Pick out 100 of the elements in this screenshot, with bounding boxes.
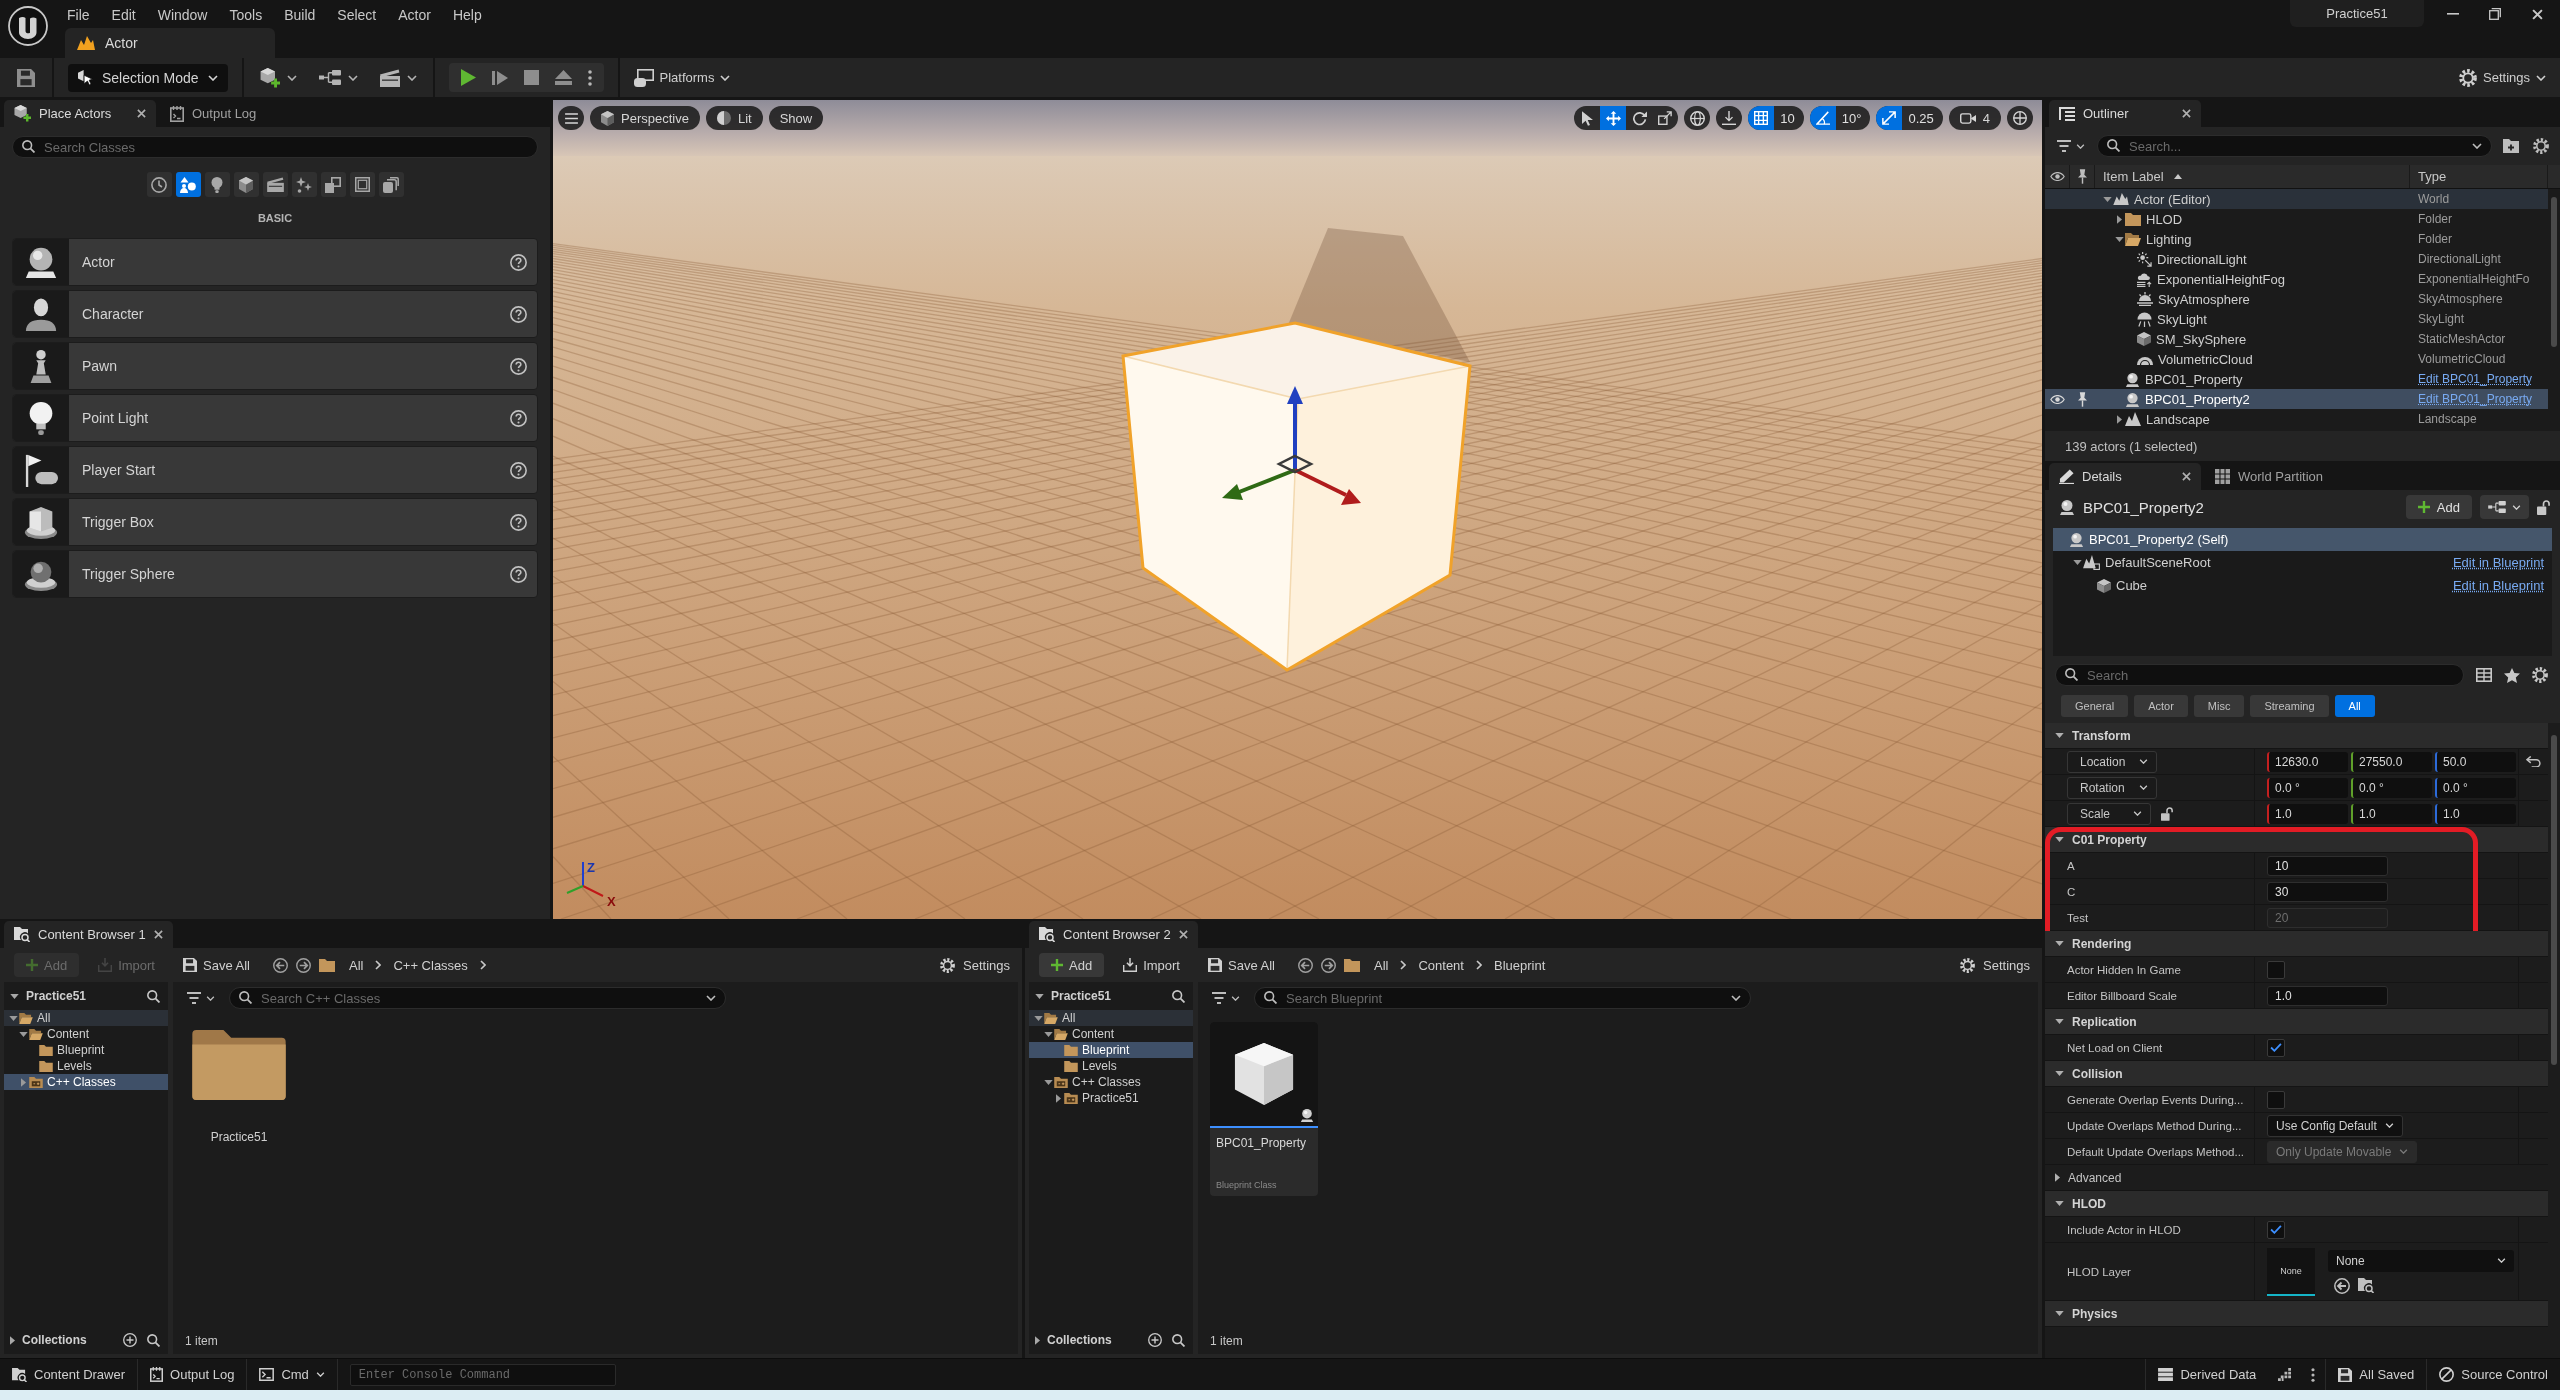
grid-icon[interactable] [1748, 106, 1775, 130]
expanded-arrow-icon[interactable] [2055, 1019, 2064, 1024]
search-field[interactable]: Search Blueprint [1254, 987, 1751, 1009]
search-field[interactable]: Search C++ Classes [229, 987, 726, 1009]
category-tab[interactable] [175, 172, 201, 197]
breadcrumb-link[interactable]: All [1369, 954, 1393, 976]
search-icon[interactable] [147, 1333, 160, 1347]
help-icon[interactable] [510, 305, 527, 323]
caret-icon[interactable] [2472, 143, 2482, 149]
expanded-arrow-icon[interactable] [1035, 993, 1044, 999]
folder-icon[interactable] [192, 1030, 286, 1100]
component-row[interactable]: BPC01_Property2 (Self) [2053, 528, 2552, 551]
help-icon[interactable] [510, 513, 527, 531]
expanded-arrow-icon[interactable] [2055, 837, 2064, 842]
expanded-arrow-icon[interactable] [2055, 1201, 2064, 1206]
number-field[interactable]: 30 [2267, 881, 2388, 902]
collapsed-arrow-icon[interactable] [1035, 1335, 1040, 1345]
sources-header[interactable]: Practice51 [10, 985, 87, 1007]
collapsed-arrow-icon[interactable] [1055, 1093, 1061, 1103]
filter-tab[interactable]: All [2334, 695, 2375, 717]
level-tab[interactable]: Actor [65, 28, 275, 58]
folder-row[interactable]: All [1029, 1010, 1193, 1026]
eject-icon[interactable] [554, 70, 572, 85]
edit-link[interactable]: Edit BPC01_Property [2410, 392, 2533, 406]
search-field[interactable]: Search Classes [12, 136, 538, 158]
add-icon[interactable] [1148, 1333, 1162, 1347]
filter-tab[interactable]: Actor [2134, 695, 2188, 717]
panel-tab[interactable]: Content Browser 1 [4, 921, 173, 948]
expanded-arrow-icon[interactable] [2055, 1071, 2064, 1076]
more-icon[interactable] [587, 69, 592, 86]
menu-item[interactable]: Select [326, 3, 388, 26]
section-header[interactable]: Rendering [2045, 931, 2548, 957]
console-input[interactable]: Enter Console Command [349, 1363, 616, 1386]
settings-icon[interactable] [2533, 138, 2549, 154]
add-button[interactable]: Add [1039, 953, 1105, 977]
menu-item[interactable]: Edit [100, 3, 147, 26]
actor-class-item[interactable]: Trigger Sphere [12, 550, 538, 598]
section-header[interactable]: HLOD [2045, 1191, 2548, 1217]
filter-tab[interactable]: General [2061, 695, 2129, 717]
section-header[interactable]: Transform [2045, 723, 2548, 749]
expanded-arrow-icon[interactable] [2072, 560, 2082, 565]
collapsed-arrow-icon[interactable] [2116, 414, 2122, 424]
star-icon[interactable] [2504, 667, 2520, 683]
expanded-arrow-icon[interactable] [10, 993, 19, 999]
checkbox[interactable] [2267, 1220, 2285, 1239]
outliner-row[interactable]: BPC01_Property2 Edit BPC01_Property [2045, 389, 2548, 409]
engine-logo-icon[interactable] [8, 6, 48, 46]
open-padlock-icon[interactable] [2537, 499, 2550, 515]
menu-item[interactable]: Build [273, 3, 327, 26]
category-tab[interactable] [378, 172, 404, 197]
save-icon[interactable] [17, 68, 35, 87]
help-icon[interactable] [510, 409, 527, 427]
menu-item[interactable]: Actor [387, 3, 442, 26]
close-icon[interactable] [2182, 109, 2191, 118]
help-icon[interactable] [510, 565, 527, 583]
expanded-arrow-icon[interactable] [2055, 1311, 2064, 1316]
transform-dropdown[interactable]: Scale [2067, 802, 2151, 825]
asset-tile[interactable]: BPC01_Property Blueprint Class [1210, 1022, 1318, 1196]
actor-class-item[interactable]: Point Light [12, 394, 538, 442]
section-header[interactable]: Physics [2045, 1301, 2548, 1327]
dot-grid-icon[interactable] [2278, 1368, 2292, 1381]
selection-mode-dropdown[interactable]: Selection Mode [68, 63, 228, 92]
transform-dropdown[interactable]: Rotation [2067, 776, 2157, 799]
collapsed-arrow-icon[interactable] [10, 1335, 15, 1345]
caret-icon[interactable] [706, 995, 716, 1001]
panel-tab[interactable]: Output Log [160, 100, 267, 127]
save-all-button[interactable]: Save All [174, 953, 259, 977]
edit-link[interactable]: Edit BPC01_Property [2410, 372, 2533, 386]
edit-link[interactable]: Edit in Blueprint [2452, 555, 2544, 570]
view-mode-dropdown[interactable]: Lit [705, 106, 763, 130]
column-header[interactable]: Item Label [2095, 165, 2410, 188]
add-component-button[interactable]: Add [2405, 495, 2472, 519]
collections-header[interactable]: Collections [1035, 1329, 1112, 1351]
category-tab[interactable] [320, 172, 346, 197]
search-icon[interactable] [147, 989, 160, 1003]
filter-tab[interactable]: Streaming [2250, 695, 2329, 717]
number-field[interactable]: 27550.0 [2351, 751, 2432, 772]
platforms-dropdown[interactable]: Platforms [633, 63, 731, 92]
help-icon[interactable] [510, 461, 527, 479]
settings-icon[interactable] [2532, 667, 2548, 683]
number-field[interactable]: 1.0 [2351, 803, 2432, 824]
breadcrumb-link[interactable]: Content [1414, 954, 1468, 976]
settings-dropdown[interactable]: Settings [2459, 63, 2546, 92]
back-icon[interactable] [272, 957, 288, 973]
panel-tab[interactable]: Details [2049, 463, 2201, 490]
category-tab[interactable] [204, 172, 230, 197]
actor-class-item[interactable]: Actor [12, 238, 538, 286]
panel-tab[interactable]: Place Actors [4, 100, 156, 127]
reset-icon[interactable] [2526, 756, 2541, 767]
checkbox[interactable] [2267, 1090, 2285, 1109]
close-icon[interactable] [137, 109, 146, 118]
folder-row[interactable]: C++ Classes [4, 1074, 168, 1090]
number-field[interactable]: 12630.0 [2267, 751, 2348, 772]
import-button[interactable]: Import [1114, 953, 1189, 977]
forward-icon[interactable] [1320, 957, 1336, 973]
expanded-arrow-icon[interactable] [1043, 1079, 1053, 1085]
caret-icon[interactable] [1731, 995, 1741, 1001]
number-field[interactable]: 10 [2267, 855, 2388, 876]
folder-row[interactable]: Blueprint [1029, 1042, 1193, 1058]
category-tab[interactable] [291, 172, 317, 197]
